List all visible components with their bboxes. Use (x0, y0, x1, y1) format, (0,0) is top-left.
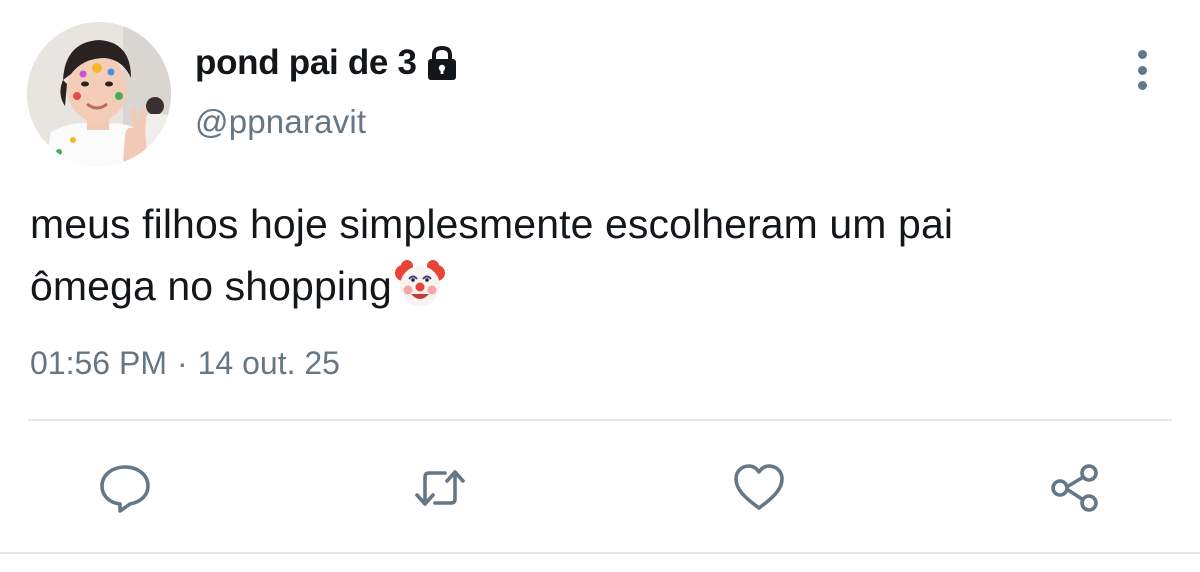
tweet-text: meus filhos hoje simplesmente escolheram… (30, 193, 1180, 317)
reply-button[interactable] (95, 458, 155, 518)
clown-face-emoji-icon (394, 258, 446, 310)
tweet-time: 01:56 PM (30, 345, 167, 381)
reply-icon (100, 465, 150, 513)
share-icon (1051, 464, 1098, 512)
tweet-text-line-1: meus filhos hoje simplesmente escolheram… (30, 201, 954, 247)
like-button[interactable] (729, 458, 789, 518)
heart-icon (734, 464, 784, 510)
more-vertical-icon[interactable] (1124, 48, 1160, 92)
user-handle[interactable]: @ppnaravit (195, 103, 366, 141)
lock-icon (425, 45, 459, 81)
retweet-button[interactable] (410, 458, 470, 518)
tweet-text-line-2: ômega no shopping (30, 263, 392, 309)
tweet-meta: 01:56 PM · 14 out. 25 (30, 345, 340, 382)
tweet-date: 14 out. 25 (197, 345, 340, 381)
divider (28, 419, 1172, 421)
meta-separator: · (176, 345, 188, 381)
name-row: pond pai de 3 (195, 38, 459, 88)
share-button[interactable] (1045, 458, 1105, 518)
tweet-card: pond pai de 3 @ppnaravit meus filhos hoj… (0, 0, 1200, 572)
retweet-icon (415, 470, 465, 506)
display-name[interactable]: pond pai de 3 (195, 43, 417, 83)
avatar[interactable] (27, 22, 171, 166)
tweet-text-line-2-wrap: ômega no shopping (30, 255, 1180, 317)
divider-bottom (0, 552, 1200, 554)
